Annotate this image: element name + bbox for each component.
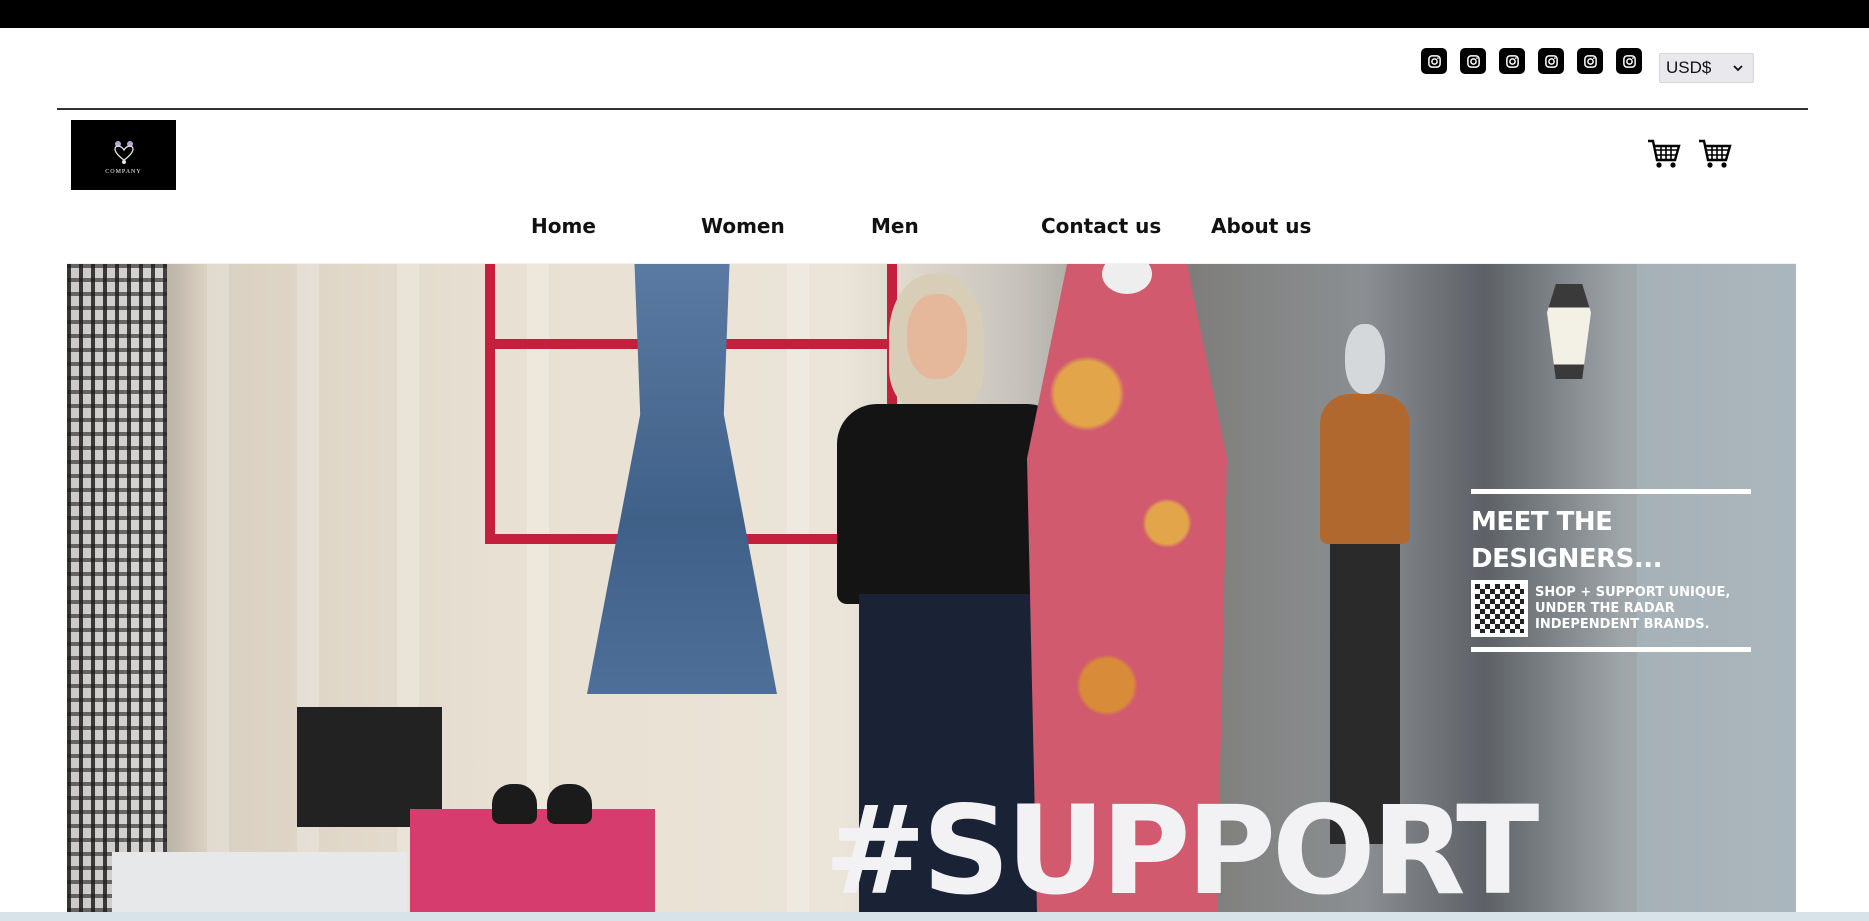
sign-title-line1: MEET THE	[1471, 507, 1613, 537]
nav-item-women[interactable]: Women	[701, 214, 785, 238]
window-sign	[112, 852, 407, 912]
curtain-fold	[207, 264, 229, 912]
sign-subtitle-line1: SHOP + SUPPORT UNIQUE,	[1535, 584, 1731, 600]
logo-text: COMPANY	[105, 169, 142, 175]
street-lamp	[1547, 284, 1591, 379]
sandal	[547, 784, 592, 824]
header-divider	[57, 108, 1808, 110]
sign-subtitle-line2: UNDER THE RADAR	[1535, 600, 1675, 616]
sign-top-bar	[1471, 489, 1751, 494]
utility-bar: USD$	[0, 28, 1869, 108]
instagram-icon[interactable]	[1421, 48, 1447, 74]
sign-subtitle-line3: INDEPENDENT BRANDS.	[1535, 616, 1710, 632]
cart-icon[interactable]	[1698, 138, 1732, 170]
cart-icon[interactable]	[1647, 138, 1681, 170]
currency-value: USD$	[1666, 58, 1712, 77]
instagram-icon[interactable]	[1616, 48, 1642, 74]
top-black-bar	[0, 0, 1869, 28]
nav-item-about-us[interactable]: About us	[1211, 214, 1311, 238]
instagram-icon[interactable]	[1538, 48, 1564, 74]
sandal	[492, 784, 537, 824]
nav-item-contact-us[interactable]: Contact us	[1041, 214, 1161, 238]
brown-outfit-mannequin	[1320, 324, 1410, 844]
hero-banner: MEET THE DESIGNERS... SHOP + SUPPORT UNI…	[67, 264, 1796, 912]
sign-title-line2: DESIGNERS...	[1471, 544, 1662, 574]
nav-item-home[interactable]: Home	[531, 214, 596, 238]
sign-sub-row: SHOP + SUPPORT UNIQUE, UNDER THE RADAR I…	[1471, 580, 1751, 637]
chevron-down-icon	[1733, 65, 1743, 72]
plaid-coat-overlay	[67, 264, 167, 912]
brown-sweater	[1320, 394, 1410, 544]
social-links	[1421, 48, 1642, 74]
qr-code	[1471, 580, 1528, 637]
instagram-icon[interactable]	[1499, 48, 1525, 74]
bottom-strip	[0, 912, 1869, 921]
support-headline: #SUPPORT	[824, 780, 1539, 912]
pink-pedestal	[410, 809, 655, 912]
company-logo[interactable]: COMPANY	[71, 120, 176, 190]
currency-select[interactable]: USD$	[1659, 53, 1754, 83]
woman-face	[907, 294, 967, 379]
meet-designers-sign: MEET THE DESIGNERS... SHOP + SUPPORT UNI…	[1471, 489, 1751, 652]
heart-logo-icon	[113, 141, 134, 164]
instagram-icon[interactable]	[1577, 48, 1603, 74]
main-nav: Home Women Men Contact us About us	[0, 210, 1869, 254]
instagram-icon[interactable]	[1460, 48, 1486, 74]
nav-item-men[interactable]: Men	[871, 214, 919, 238]
mannequin-head	[1345, 324, 1385, 394]
sign-bottom-bar	[1471, 647, 1751, 652]
sign-subtitle: SHOP + SUPPORT UNIQUE, UNDER THE RADAR I…	[1535, 585, 1730, 633]
